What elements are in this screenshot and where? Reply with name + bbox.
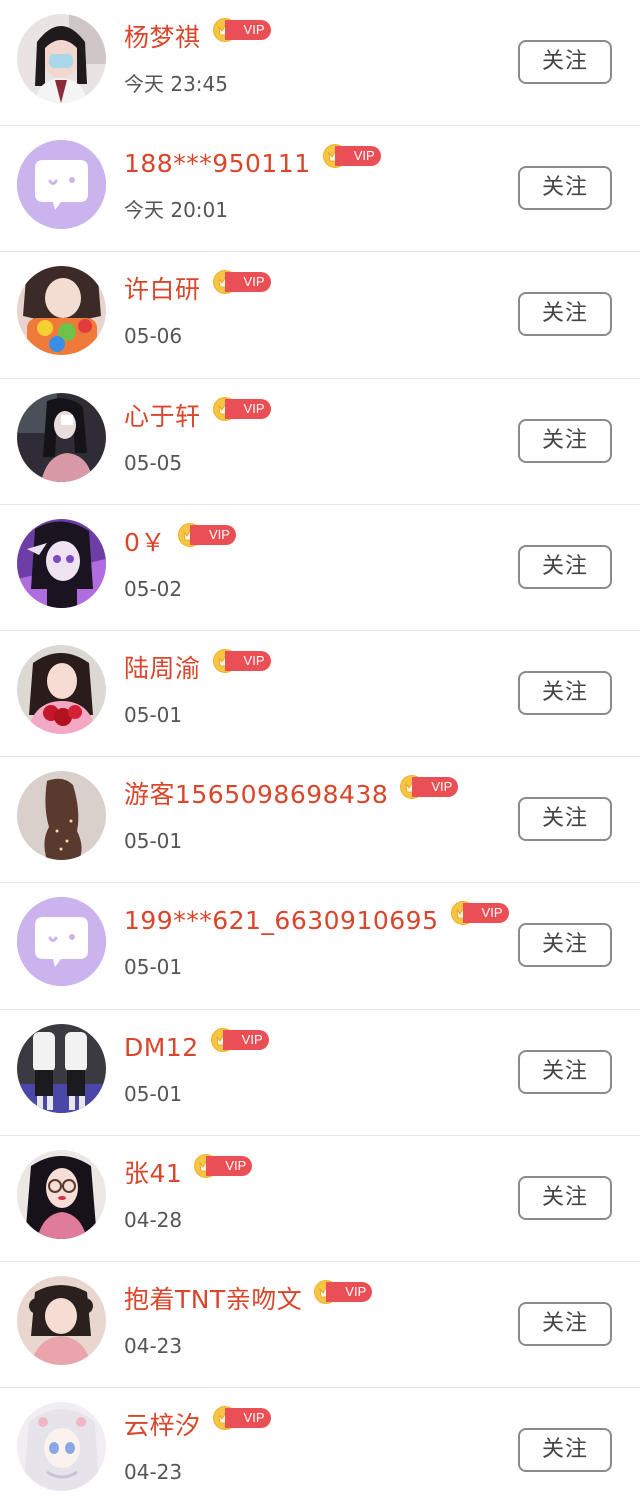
name-line: 杨梦祺 VIP <box>124 18 271 56</box>
timestamp: 05-01 <box>124 955 183 980</box>
user-name[interactable]: 抱着TNT亲吻文 <box>124 1282 302 1318</box>
follow-button[interactable]: 关注 <box>518 1428 612 1473</box>
list-item[interactable]: 心于轩 VIP 05-05 关注 <box>0 378 640 505</box>
name-line: DM12 VIP <box>124 1027 269 1066</box>
follow-button[interactable]: 关注 <box>518 40 612 84</box>
avatar[interactable] <box>17 1275 106 1365</box>
user-name[interactable]: 杨梦祺 <box>124 20 201 56</box>
vip-label: VIP <box>222 1029 269 1050</box>
name-line: 心于轩 VIP <box>124 396 271 435</box>
user-name[interactable]: DM12 <box>124 1030 199 1066</box>
vip-badge: VIP <box>400 775 459 800</box>
timestamp: 05-05 <box>124 450 183 475</box>
name-line: 陆周渝 VIP <box>124 648 271 687</box>
avatar[interactable] <box>17 644 106 734</box>
follow-button[interactable]: 关注 <box>518 166 612 211</box>
list-item[interactable]: 陆周渝 VIP 05-01 关注 <box>0 630 640 758</box>
user-name[interactable]: 游客1565098698438 <box>124 777 388 813</box>
avatar[interactable] <box>17 1149 106 1239</box>
timestamp: 05-06 <box>124 324 183 349</box>
user-name[interactable]: 199***621_6630910695 <box>124 903 439 939</box>
user-name[interactable]: 188***950111 <box>124 146 311 182</box>
follow-button[interactable]: 关注 <box>518 797 612 842</box>
avatar[interactable] <box>17 518 106 608</box>
vip-badge: VIP <box>314 1279 373 1304</box>
avatar[interactable] <box>17 1402 106 1492</box>
follow-button[interactable]: 关注 <box>518 1301 612 1346</box>
chat-bubble-icon <box>17 140 106 230</box>
vip-badge: VIP <box>194 1153 253 1178</box>
timestamp: 05-01 <box>124 702 183 727</box>
list-item[interactable]: 云梓汐 VIP 04-23 关注 <box>0 1388 640 1509</box>
follow-button[interactable]: 关注 <box>518 1175 612 1220</box>
vip-label: VIP <box>334 146 381 167</box>
avatar[interactable] <box>17 897 106 987</box>
timestamp: 05-01 <box>124 1081 183 1106</box>
name-line: 许白研 VIP <box>124 270 271 308</box>
user-name[interactable]: 心于轩 <box>124 399 201 435</box>
avatar[interactable] <box>17 266 106 356</box>
name-line: 0￥ VIP <box>124 522 236 561</box>
timestamp: 04-28 <box>124 1207 183 1232</box>
vip-badge: VIP <box>450 901 509 926</box>
list-item[interactable]: 0￥ VIP 05-02 关注 <box>0 504 640 631</box>
vip-label: VIP <box>189 524 236 545</box>
list-item[interactable]: 游客1565098698438 VIP 05-01 关注 <box>0 757 640 884</box>
vip-label: VIP <box>224 398 271 419</box>
vip-badge: VIP <box>212 648 271 673</box>
vip-badge: VIP <box>177 522 236 547</box>
user-name[interactable]: 0￥ <box>124 525 166 561</box>
name-line: 抱着TNT亲吻文 VIP <box>124 1279 373 1318</box>
list-item[interactable]: 抱着TNT亲吻文 VIP 04-23 关注 <box>0 1261 640 1389</box>
timestamp: 今天 20:01 <box>124 198 228 223</box>
user-name[interactable]: 云梓汐 <box>124 1408 201 1444</box>
follow-button[interactable]: 关注 <box>518 418 612 463</box>
timestamp: 05-02 <box>124 576 183 601</box>
user-name[interactable]: 许白研 <box>124 272 201 308</box>
vip-label: VIP <box>206 1155 253 1176</box>
name-line: 云梓汐 VIP <box>124 1406 271 1444</box>
timestamp: 04-23 <box>124 1333 183 1358</box>
avatar[interactable] <box>17 771 106 861</box>
user-list: 杨梦祺 VIP 今天 23:45 关注 188***950111 VIP 今天 … <box>0 0 640 1509</box>
user-name[interactable]: 张41 <box>124 1156 182 1192</box>
vip-badge: VIP <box>212 1406 271 1431</box>
follow-button[interactable]: 关注 <box>518 292 612 337</box>
vip-label: VIP <box>224 650 271 671</box>
timestamp: 今天 23:45 <box>124 72 228 96</box>
timestamp: 05-01 <box>124 829 183 854</box>
avatar[interactable] <box>17 140 106 230</box>
vip-badge: VIP <box>212 396 271 421</box>
list-item[interactable]: 张41 VIP 04-28 关注 <box>0 1135 640 1262</box>
name-line: 199***621_6630910695 VIP <box>124 901 509 939</box>
follow-button[interactable]: 关注 <box>518 923 612 968</box>
list-item[interactable]: 许白研 VIP 05-06 关注 <box>0 252 640 379</box>
follow-button[interactable]: 关注 <box>518 670 612 715</box>
vip-label: VIP <box>224 272 271 293</box>
vip-label: VIP <box>462 903 509 924</box>
vip-badge: VIP <box>212 18 271 42</box>
vip-label: VIP <box>224 20 271 40</box>
avatar[interactable] <box>17 14 106 103</box>
list-item[interactable]: 199***621_6630910695 VIP 05-01 关注 <box>0 883 640 1010</box>
vip-badge: VIP <box>210 1027 269 1052</box>
avatar[interactable] <box>17 392 106 482</box>
list-item[interactable]: 188***950111 VIP 今天 20:01 关注 <box>0 126 640 253</box>
name-line: 游客1565098698438 VIP <box>124 775 459 813</box>
chat-bubble-icon <box>17 897 106 987</box>
list-item[interactable]: 杨梦祺 VIP 今天 23:45 关注 <box>0 0 640 127</box>
avatar[interactable] <box>17 1023 106 1113</box>
timestamp: 04-23 <box>124 1460 183 1485</box>
vip-label: VIP <box>326 1281 373 1302</box>
follow-button[interactable]: 关注 <box>518 1049 612 1094</box>
user-name[interactable]: 陆周渝 <box>124 651 201 687</box>
name-line: 张41 VIP <box>124 1153 253 1192</box>
vip-label: VIP <box>412 777 459 798</box>
vip-badge: VIP <box>322 144 381 169</box>
vip-badge: VIP <box>212 270 271 295</box>
follow-button[interactable]: 关注 <box>518 544 612 589</box>
name-line: 188***950111 VIP <box>124 144 381 182</box>
vip-label: VIP <box>224 1408 271 1429</box>
list-item[interactable]: DM12 VIP 05-01 关注 <box>0 1009 640 1136</box>
